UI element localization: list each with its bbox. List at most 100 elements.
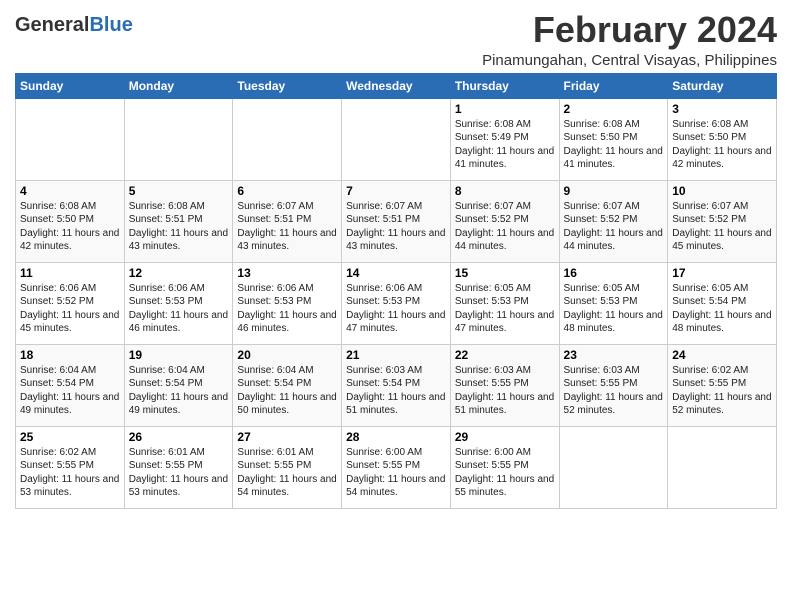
day-number: 10 — [672, 184, 772, 198]
day-number: 29 — [455, 430, 555, 444]
calendar-cell: 9 Sunrise: 6:07 AM Sunset: 5:52 PM Daylig… — [559, 180, 668, 262]
day-number: 9 — [564, 184, 664, 198]
location-title: Pinamungahan, Central Visayas, Philippin… — [482, 52, 777, 69]
day-number: 26 — [129, 430, 229, 444]
day-info: Sunrise: 6:04 AM Sunset: 5:54 PM Dayligh… — [129, 364, 229, 418]
day-info: Sunrise: 6:07 AM Sunset: 5:52 PM Dayligh… — [564, 200, 664, 254]
calendar-cell: 13 Sunrise: 6:06 AM Sunset: 5:53 PM Dayli… — [233, 262, 342, 344]
day-number: 20 — [237, 348, 337, 362]
day-number: 6 — [237, 184, 337, 198]
day-info: Sunrise: 6:02 AM Sunset: 5:55 PM Dayligh… — [672, 364, 772, 418]
day-number: 15 — [455, 266, 555, 280]
column-header-friday: Friday — [559, 73, 668, 98]
calendar-cell: 15 Sunrise: 6:05 AM Sunset: 5:53 PM Dayli… — [450, 262, 559, 344]
calendar-cell: 12 Sunrise: 6:06 AM Sunset: 5:53 PM Dayli… — [124, 262, 233, 344]
calendar-cell: 25 Sunrise: 6:02 AM Sunset: 5:55 PM Dayli… — [16, 426, 125, 508]
day-info: Sunrise: 6:02 AM Sunset: 5:55 PM Dayligh… — [20, 446, 120, 500]
calendar-cell: 26 Sunrise: 6:01 AM Sunset: 5:55 PM Dayli… — [124, 426, 233, 508]
calendar-cell: 5 Sunrise: 6:08 AM Sunset: 5:51 PM Daylig… — [124, 180, 233, 262]
day-info: Sunrise: 6:06 AM Sunset: 5:53 PM Dayligh… — [129, 282, 229, 336]
day-number: 27 — [237, 430, 337, 444]
calendar-cell: 1 Sunrise: 6:08 AM Sunset: 5:49 PM Daylig… — [450, 98, 559, 180]
day-number: 13 — [237, 266, 337, 280]
day-number: 11 — [20, 266, 120, 280]
day-info: Sunrise: 6:03 AM Sunset: 5:54 PM Dayligh… — [346, 364, 446, 418]
calendar-cell: 4 Sunrise: 6:08 AM Sunset: 5:50 PM Daylig… — [16, 180, 125, 262]
day-number: 19 — [129, 348, 229, 362]
calendar-week-row: 1 Sunrise: 6:08 AM Sunset: 5:49 PM Daylig… — [16, 98, 777, 180]
day-info: Sunrise: 6:08 AM Sunset: 5:51 PM Dayligh… — [129, 200, 229, 254]
day-number: 24 — [672, 348, 772, 362]
column-header-saturday: Saturday — [668, 73, 777, 98]
calendar-cell — [233, 98, 342, 180]
day-number: 28 — [346, 430, 446, 444]
calendar-cell: 8 Sunrise: 6:07 AM Sunset: 5:52 PM Daylig… — [450, 180, 559, 262]
calendar-cell: 22 Sunrise: 6:03 AM Sunset: 5:55 PM Dayli… — [450, 344, 559, 426]
calendar-table: SundayMondayTuesdayWednesdayThursdayFrid… — [15, 73, 777, 509]
day-info: Sunrise: 6:05 AM Sunset: 5:54 PM Dayligh… — [672, 282, 772, 336]
day-info: Sunrise: 6:07 AM Sunset: 5:52 PM Dayligh… — [672, 200, 772, 254]
day-info: Sunrise: 6:00 AM Sunset: 5:55 PM Dayligh… — [346, 446, 446, 500]
day-number: 14 — [346, 266, 446, 280]
calendar-cell: 24 Sunrise: 6:02 AM Sunset: 5:55 PM Dayli… — [668, 344, 777, 426]
calendar-cell: 7Sunrise: 6:07 AM Sunset: 5:51 PM Daylig… — [342, 180, 451, 262]
day-info: Sunrise: 6:08 AM Sunset: 5:50 PM Dayligh… — [564, 118, 664, 172]
day-number: 1 — [455, 102, 555, 116]
calendar-cell: 21Sunrise: 6:03 AM Sunset: 5:54 PM Dayli… — [342, 344, 451, 426]
calendar-cell: 28 Sunrise: 6:00 AM Sunset: 5:55 PM Dayli… — [342, 426, 451, 508]
calendar-cell: 10 Sunrise: 6:07 AM Sunset: 5:52 PM Dayli… — [668, 180, 777, 262]
column-header-monday: Monday — [124, 73, 233, 98]
calendar-cell: 6Sunrise: 6:07 AM Sunset: 5:51 PM Daylig… — [233, 180, 342, 262]
calendar-cell: 27 Sunrise: 6:01 AM Sunset: 5:55 PM Dayli… — [233, 426, 342, 508]
day-info: Sunrise: 6:06 AM Sunset: 5:53 PM Dayligh… — [346, 282, 446, 336]
calendar-cell — [16, 98, 125, 180]
day-number: 17 — [672, 266, 772, 280]
calendar-cell: 17 Sunrise: 6:05 AM Sunset: 5:54 PM Dayli… — [668, 262, 777, 344]
calendar-cell: 18 Sunrise: 6:04 AM Sunset: 5:54 PM Dayli… — [16, 344, 125, 426]
header: GeneralBlue February 2024 Pinamungahan, … — [15, 10, 777, 69]
calendar-week-row: 4 Sunrise: 6:08 AM Sunset: 5:50 PM Daylig… — [16, 180, 777, 262]
day-info: Sunrise: 6:06 AM Sunset: 5:53 PM Dayligh… — [237, 282, 337, 336]
calendar-cell: 16Sunrise: 6:05 AM Sunset: 5:53 PM Dayli… — [559, 262, 668, 344]
day-info: Sunrise: 6:08 AM Sunset: 5:49 PM Dayligh… — [455, 118, 555, 172]
day-number: 18 — [20, 348, 120, 362]
calendar-cell — [668, 426, 777, 508]
column-header-thursday: Thursday — [450, 73, 559, 98]
calendar-cell: 2Sunrise: 6:08 AM Sunset: 5:50 PM Daylig… — [559, 98, 668, 180]
day-info: Sunrise: 6:06 AM Sunset: 5:52 PM Dayligh… — [20, 282, 120, 336]
calendar-week-row: 25 Sunrise: 6:02 AM Sunset: 5:55 PM Dayli… — [16, 426, 777, 508]
column-header-wednesday: Wednesday — [342, 73, 451, 98]
day-info: Sunrise: 6:04 AM Sunset: 5:54 PM Dayligh… — [237, 364, 337, 418]
day-number: 5 — [129, 184, 229, 198]
day-info: Sunrise: 6:07 AM Sunset: 5:52 PM Dayligh… — [455, 200, 555, 254]
calendar-cell — [559, 426, 668, 508]
calendar-cell: 23Sunrise: 6:03 AM Sunset: 5:55 PM Dayli… — [559, 344, 668, 426]
day-info: Sunrise: 6:01 AM Sunset: 5:55 PM Dayligh… — [129, 446, 229, 500]
calendar-cell: 11 Sunrise: 6:06 AM Sunset: 5:52 PM Dayli… — [16, 262, 125, 344]
calendar-cell: 20 Sunrise: 6:04 AM Sunset: 5:54 PM Dayli… — [233, 344, 342, 426]
day-number: 12 — [129, 266, 229, 280]
day-info: Sunrise: 6:05 AM Sunset: 5:53 PM Dayligh… — [455, 282, 555, 336]
logo: GeneralBlue — [15, 14, 133, 36]
day-number: 25 — [20, 430, 120, 444]
day-info: Sunrise: 6:08 AM Sunset: 5:50 PM Dayligh… — [20, 200, 120, 254]
calendar-week-row: 18 Sunrise: 6:04 AM Sunset: 5:54 PM Dayli… — [16, 344, 777, 426]
calendar-cell: 14 Sunrise: 6:06 AM Sunset: 5:53 PM Dayli… — [342, 262, 451, 344]
day-number: 22 — [455, 348, 555, 362]
day-info: Sunrise: 6:03 AM Sunset: 5:55 PM Dayligh… — [455, 364, 555, 418]
title-area: February 2024 Pinamungahan, Central Visa… — [482, 10, 777, 69]
column-header-sunday: Sunday — [16, 73, 125, 98]
day-number: 3 — [672, 102, 772, 116]
day-number: 4 — [20, 184, 120, 198]
calendar-cell: 3Sunrise: 6:08 AM Sunset: 5:50 PM Daylig… — [668, 98, 777, 180]
calendar-cell — [124, 98, 233, 180]
day-info: Sunrise: 6:05 AM Sunset: 5:53 PM Dayligh… — [564, 282, 664, 336]
calendar-week-row: 11 Sunrise: 6:06 AM Sunset: 5:52 PM Dayli… — [16, 262, 777, 344]
calendar-cell: 29 Sunrise: 6:00 AM Sunset: 5:55 PM Dayli… — [450, 426, 559, 508]
day-number: 8 — [455, 184, 555, 198]
day-info: Sunrise: 6:01 AM Sunset: 5:55 PM Dayligh… — [237, 446, 337, 500]
month-title: February 2024 — [482, 10, 777, 50]
logo-blue-text: Blue — [89, 14, 132, 36]
day-info: Sunrise: 6:00 AM Sunset: 5:55 PM Dayligh… — [455, 446, 555, 500]
day-info: Sunrise: 6:04 AM Sunset: 5:54 PM Dayligh… — [20, 364, 120, 418]
